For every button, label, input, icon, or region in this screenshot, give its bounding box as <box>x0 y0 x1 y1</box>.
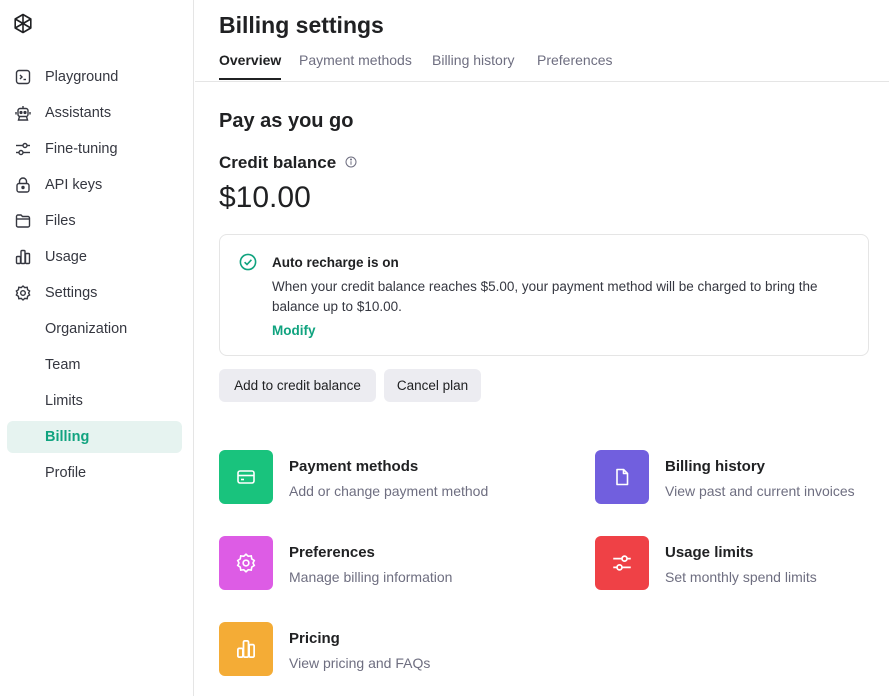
card-pricing[interactable]: Pricing View pricing and FAQs <box>219 622 519 678</box>
sidebar-item-label: Files <box>45 213 76 229</box>
sidebar-item-label: Limits <box>45 393 83 409</box>
add-to-credit-balance-button[interactable]: Add to credit balance <box>219 369 376 402</box>
sidebar-item-api-keys[interactable]: API keys <box>7 169 182 201</box>
sidebar-item-label: Usage <box>45 249 87 265</box>
bar-chart-icon <box>237 640 255 658</box>
pricing-tile <box>219 622 273 676</box>
document-icon <box>616 468 629 486</box>
modify-link[interactable]: Modify <box>272 323 316 338</box>
check-circle-icon <box>239 253 257 271</box>
sidebar-item-label: Profile <box>45 465 87 481</box>
payment-methods-tile <box>219 450 273 504</box>
tab-payment-methods[interactable]: Payment methods <box>299 52 412 78</box>
card-usage-limits[interactable]: Usage limits Set monthly spend limits <box>595 536 889 592</box>
tab-preferences[interactable]: Preferences <box>537 52 612 78</box>
usage-limits-tile <box>595 536 649 590</box>
auto-recharge-panel: Auto recharge is on When your credit bal… <box>219 234 869 356</box>
sidebar-item-fine-tuning[interactable]: Fine-tuning <box>7 133 182 165</box>
sidebar-item-files[interactable]: Files <box>7 205 182 237</box>
robot-icon <box>15 106 31 121</box>
lock-icon <box>16 177 30 193</box>
card-payment-methods[interactable]: Payment methods Add or change payment me… <box>219 450 519 506</box>
sidebar-item-label: Assistants <box>45 105 112 121</box>
sidebar-item-limits[interactable]: Limits <box>7 385 182 417</box>
sidebar-item-settings[interactable]: Settings <box>7 277 182 309</box>
card-description: Manage billing information <box>289 569 453 585</box>
sidebar: Playground Assistants Fine-tuning API ke… <box>0 0 194 696</box>
main-content: Billing settings Overview Payment method… <box>195 0 889 696</box>
card-description: View pricing and FAQs <box>289 655 431 671</box>
sidebar-item-team[interactable]: Team <box>7 349 182 381</box>
card-title: Usage limits <box>665 544 754 561</box>
auto-recharge-description: When your credit balance reaches $5.00, … <box>272 279 818 314</box>
sidebar-item-label: Settings <box>45 285 98 301</box>
tab-bar: Overview Payment methods Billing history… <box>195 44 889 82</box>
sidebar-item-label: Fine-tuning <box>45 141 118 157</box>
card-description: Set monthly spend limits <box>665 569 817 585</box>
sidebar-item-usage[interactable]: Usage <box>7 241 182 273</box>
preferences-tile <box>219 536 273 590</box>
cancel-plan-button[interactable]: Cancel plan <box>384 369 481 402</box>
card-preferences[interactable]: Preferences Manage billing information <box>219 536 519 592</box>
info-icon[interactable] <box>345 156 357 168</box>
sidebar-item-label: Playground <box>45 69 119 85</box>
sidebar-item-profile[interactable]: Profile <box>7 457 182 489</box>
openai-logo-icon[interactable] <box>11 12 35 36</box>
tab-overview[interactable]: Overview <box>219 52 282 80</box>
folder-icon <box>15 214 31 228</box>
sidebar-item-assistants[interactable]: Assistants <box>7 97 182 129</box>
credit-balance-label: Credit balance <box>219 153 337 172</box>
bar-chart-icon <box>15 249 31 265</box>
credit-card-icon <box>237 470 255 484</box>
card-billing-history[interactable]: Billing history View past and current in… <box>595 450 889 506</box>
sidebar-item-playground[interactable]: Playground <box>7 61 182 93</box>
card-title: Pricing <box>289 630 340 647</box>
auto-recharge-title: Auto recharge is on <box>272 255 399 270</box>
sliders-icon <box>16 142 30 156</box>
card-description: Add or change payment method <box>289 483 489 499</box>
card-description: View past and current invoices <box>665 483 855 499</box>
billing-history-tile <box>595 450 649 504</box>
gear-icon <box>236 553 256 573</box>
sidebar-item-label: Team <box>45 357 81 373</box>
card-title: Preferences <box>289 544 375 561</box>
page-title: Billing settings <box>219 12 384 38</box>
card-title: Billing history <box>665 458 766 475</box>
sidebar-item-label: API keys <box>45 177 103 193</box>
sliders-icon <box>613 555 631 571</box>
card-title: Payment methods <box>289 458 419 475</box>
sidebar-item-organization[interactable]: Organization <box>7 313 182 345</box>
terminal-icon <box>15 69 31 85</box>
tab-billing-history[interactable]: Billing history <box>432 52 514 78</box>
sidebar-item-billing[interactable]: Billing <box>7 421 182 453</box>
credit-balance-value: $10.00 <box>219 181 311 214</box>
plan-title: Pay as you go <box>219 110 354 132</box>
sidebar-item-label: Billing <box>45 429 90 445</box>
gear-icon <box>15 285 31 301</box>
sidebar-item-label: Organization <box>45 321 128 337</box>
